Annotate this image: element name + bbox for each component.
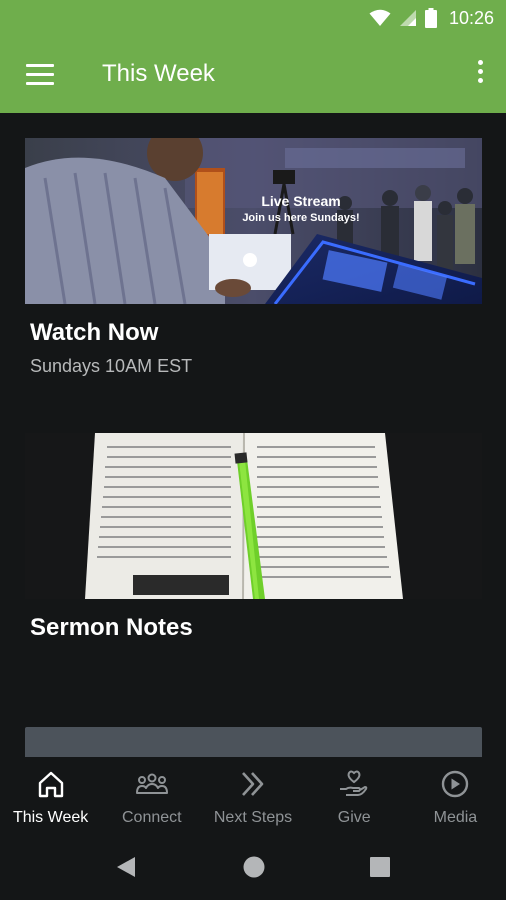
sermon-notes-image xyxy=(25,433,482,599)
menu-button[interactable] xyxy=(26,64,54,86)
card-title: Watch Now xyxy=(30,319,159,346)
status-time: 10:26 xyxy=(448,7,494,28)
dot-icon xyxy=(477,60,483,65)
nav-item-media[interactable]: Media xyxy=(405,757,506,837)
dot-icon xyxy=(477,78,483,83)
nav-label: Media xyxy=(433,809,478,826)
hamburger-icon-bar xyxy=(26,82,54,85)
play-circle-icon xyxy=(442,770,469,798)
hamburger-icon-bar xyxy=(26,73,54,76)
status-icons: 10:26 xyxy=(369,7,494,29)
partial-card[interactable] xyxy=(25,727,482,757)
nav-label: Connect xyxy=(122,809,182,826)
page-title: This Week xyxy=(102,60,215,87)
app-bar: This Week xyxy=(0,36,506,113)
livestream-photo: Live Stream Join us here Sundays! xyxy=(25,138,482,304)
nav-item-next-steps[interactable]: Next Steps xyxy=(202,757,303,837)
heart-hand-icon xyxy=(340,770,368,796)
status-bar: 10:26 xyxy=(0,0,506,36)
recents-icon[interactable] xyxy=(369,856,391,878)
overflow-menu-button[interactable] xyxy=(476,60,484,88)
nav-item-connect[interactable]: Connect xyxy=(101,757,202,837)
livestream-overlay-title: Live Stream xyxy=(261,193,340,209)
home-icon xyxy=(38,771,63,798)
bottom-nav: This Week Connect Next Steps Give Media xyxy=(0,757,506,837)
double-chevron-icon xyxy=(242,772,264,796)
dot-icon xyxy=(477,69,483,74)
nav-label: Give xyxy=(337,809,371,826)
back-icon[interactable] xyxy=(115,855,137,879)
livestream-overlay-subtitle: Join us here Sundays! xyxy=(242,212,359,224)
signal-icon xyxy=(399,10,416,26)
card-title: Sermon Notes xyxy=(30,614,193,641)
nav-label: Next Steps xyxy=(213,809,293,826)
hamburger-icon-bar xyxy=(26,64,54,67)
nav-item-this-week[interactable]: This Week xyxy=(0,757,101,837)
watch-now-card[interactable]: Live Stream Join us here Sundays! Watch … xyxy=(25,138,482,377)
nav-item-give[interactable]: Give xyxy=(304,757,405,837)
home-circle-icon[interactable] xyxy=(242,855,266,879)
wifi-icon xyxy=(369,9,391,26)
sermon-notes-card[interactable]: Sermon Notes xyxy=(25,433,482,642)
watch-now-image: Live Stream Join us here Sundays! xyxy=(25,138,482,304)
bible-photo xyxy=(25,433,482,599)
system-nav-bar xyxy=(0,837,506,900)
nav-label: This Week xyxy=(12,809,89,826)
group-icon xyxy=(135,773,168,794)
battery-icon xyxy=(424,8,437,28)
card-subtitle: Sundays 10AM EST xyxy=(30,356,193,376)
